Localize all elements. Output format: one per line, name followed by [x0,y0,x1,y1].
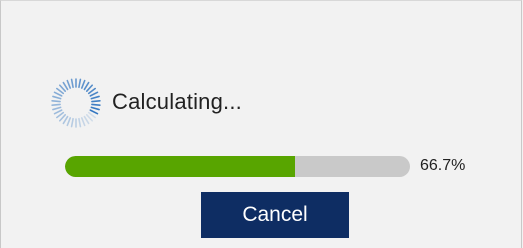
spinner-tick [91,99,101,103]
spinner-tick [70,78,74,89]
spinner-tick [83,115,90,125]
spinner-tick [66,117,72,127]
spinner-tick [90,106,100,111]
spinner-tick [56,111,65,119]
progress-bar-fill [65,156,296,177]
spinner-tick [70,117,74,128]
spinner-tick [56,87,65,95]
spinner-tick [85,84,93,92]
status-text: Calculating... [112,89,242,114]
spinner-tick [80,117,86,127]
spinner-tick [53,109,63,115]
spinner-tick [87,111,96,119]
spinner-tick [52,106,62,111]
spinner-tick [59,114,67,122]
loading-spinner-icon [50,77,102,129]
spinner-tick [91,103,101,107]
spinner-tick [89,91,99,97]
spinner-tick [83,81,90,91]
spinner-tick [89,109,99,115]
spinner-tick [85,114,93,122]
spinner-tick [80,79,86,89]
spinner-tick [62,81,69,91]
spinner-tick [78,78,82,89]
spinner-graphic [51,78,101,128]
spinner-tick [59,84,67,92]
spinner-tick [62,115,69,125]
progress-dialog: Calculating... 66.7% Cancel [0,0,522,248]
spinner-tick [52,95,62,100]
spinner-tick [53,91,63,97]
spinner-tick [51,99,61,103]
spinner-tick [51,103,61,107]
spinner-tick [87,87,96,95]
progress-percent: 66.7% [420,157,466,174]
spinner-tick [66,79,72,89]
progress-bar [65,156,410,177]
spinner-tick [78,117,82,128]
spinner-tick [90,95,100,100]
cancel-button[interactable]: Cancel [201,192,349,238]
